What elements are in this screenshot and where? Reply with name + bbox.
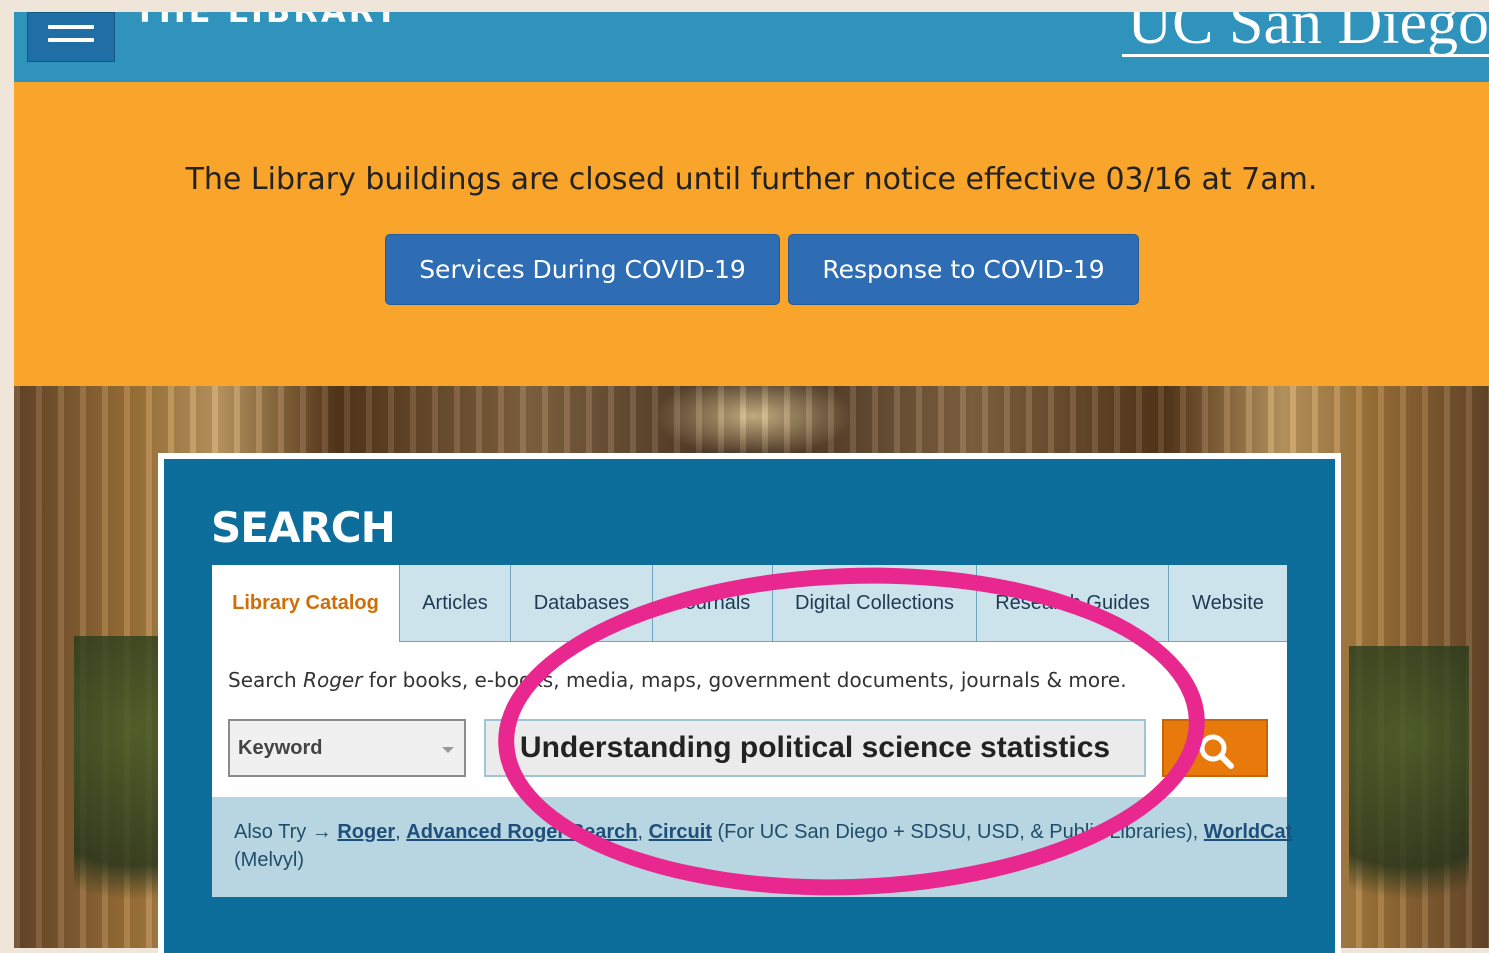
search-type-value: Keyword xyxy=(238,736,323,759)
site-header: THE LIBRARY UC San Diego xyxy=(14,12,1489,82)
alert-message: The Library buildings are closed until f… xyxy=(185,162,1318,197)
tab-articles[interactable]: Articles xyxy=(400,565,511,642)
site-title[interactable]: THE LIBRARY xyxy=(134,12,401,30)
response-covid-button[interactable]: Response to COVID-19 xyxy=(788,234,1139,305)
services-covid-button[interactable]: Services During COVID-19 xyxy=(385,234,780,305)
desc-prefix: Search xyxy=(228,668,304,692)
search-type-select[interactable]: Keyword xyxy=(228,719,466,777)
search-title: SEARCH xyxy=(211,503,396,552)
hamburger-menu-icon-bar xyxy=(48,38,94,42)
link-roger[interactable]: Roger xyxy=(337,821,395,843)
tab-library-catalog[interactable]: Library Catalog xyxy=(212,565,400,642)
chevron-down-icon xyxy=(442,747,454,753)
hamburger-menu-icon xyxy=(48,25,94,29)
also-try-label: Also Try → xyxy=(234,821,332,843)
link-worldcat[interactable]: WorldCat xyxy=(1204,821,1293,843)
desc-roger: Roger xyxy=(303,668,363,692)
brand-underline xyxy=(1122,54,1489,57)
alert-banner: The Library buildings are closed until f… xyxy=(14,82,1489,386)
hero-plant-right xyxy=(1349,646,1469,946)
tab-website[interactable]: Website xyxy=(1169,565,1287,642)
worldcat-note: (Melvyl) xyxy=(234,849,304,871)
menu-button[interactable] xyxy=(27,12,115,62)
